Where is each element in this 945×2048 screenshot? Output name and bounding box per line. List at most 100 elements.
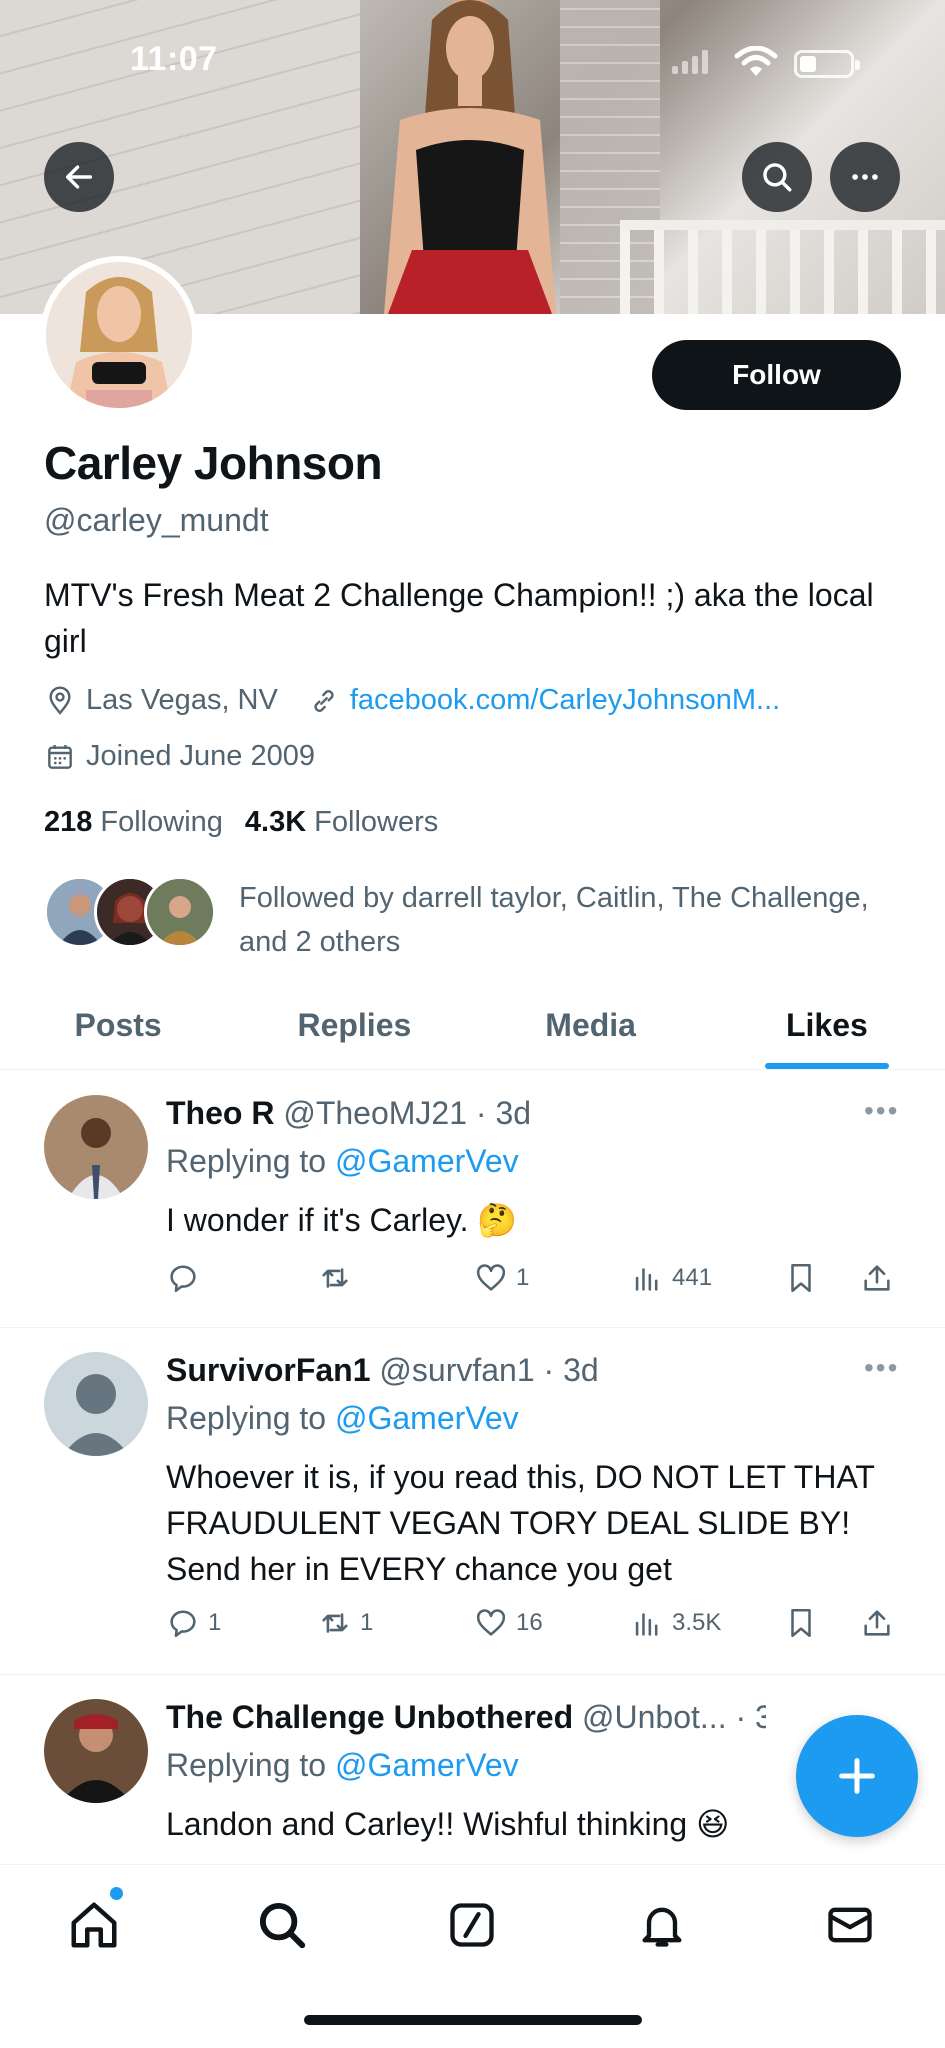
status-bar: 11:07 [0,0,945,110]
repost-button[interactable]: 1 [318,1606,373,1640]
reply-icon [170,1265,196,1293]
like-count: 16 [516,1609,543,1636]
post-avatar[interactable] [44,1095,148,1199]
post-more-button[interactable]: ••• [864,1095,899,1127]
post-avatar[interactable] [44,1352,148,1456]
post-author-name[interactable]: SurvivorFan1 [166,1352,371,1388]
wifi-icon [734,46,778,76]
bell-icon [642,1907,682,1947]
home-icon [71,1902,117,1948]
reply-to-link[interactable]: @GamerVev [335,1400,519,1436]
views-button[interactable]: 3.5K [630,1606,721,1640]
following-count: 218 [44,806,93,838]
tab-media[interactable]: Media [473,982,709,1069]
heart-icon [476,1264,506,1291]
search-button[interactable] [742,142,812,212]
post-text: Landon and Carley!! Wishful thinking 😆 [166,1806,730,1842]
followed-by-text[interactable]: Followed by darrell taylor, Caitlin, The… [239,876,879,964]
profile-bio: MTV's Fresh Meat 2 Challenge Champion!! … [44,577,874,659]
views-icon [635,1268,658,1291]
post-author-meta: @TheoMJ21 · 3d [283,1095,532,1131]
post-avatar[interactable] [44,1699,148,1803]
search-icon [763,163,792,192]
share-button[interactable] [860,1261,894,1295]
grok-icon [450,1903,494,1947]
post-actions: 1 441 [166,1261,906,1301]
share-icon [864,1610,890,1636]
reply-to-link[interactable]: @GamerVev [335,1747,519,1783]
link-icon [308,685,340,717]
views-icon [635,1613,658,1636]
tab-posts[interactable]: Posts [0,982,236,1069]
profile-name: Carley Johnson [44,437,383,489]
profile-location: Las Vegas, NV [86,684,278,716]
post-author-name[interactable]: Theo R [166,1095,274,1131]
following-count-link[interactable]: 218 Following [44,806,223,839]
followers-count-link[interactable]: 4.3K Followers [245,806,438,839]
reply-button[interactable]: 1 [166,1606,221,1640]
reply-prefix: Replying to [166,1143,335,1179]
reply-prefix: Replying to [166,1400,335,1436]
following-label: Following [100,806,223,838]
bookmark-button[interactable] [784,1606,818,1640]
tab-likes[interactable]: Likes [709,982,945,1069]
heart-icon [476,1609,506,1636]
profile-joined-date: Joined June 2009 [86,740,315,772]
nav-search[interactable] [252,1895,312,1955]
repost-icon [322,1613,348,1633]
views-count: 3.5K [672,1609,722,1636]
tab-replies[interactable]: Replies [236,982,472,1069]
post-actions: 1 1 16 3.5K [166,1606,906,1646]
post-item[interactable]: SurvivorFan1 @survfan1 · 3d ••• Replying… [0,1328,945,1675]
nav-grok[interactable] [442,1895,502,1955]
reply-to-link[interactable]: @GamerVev [335,1143,519,1179]
status-time: 11:07 [130,40,218,78]
follow-button[interactable]: Follow [652,340,901,410]
post-reply-context: Replying to @GamerVev [166,1747,519,1784]
profile-counts: 218 Following 4.3K Followers [44,806,438,839]
reply-prefix: Replying to [166,1747,335,1783]
arrow-left-icon [65,165,93,189]
profile-handle: @carley_mundt [44,502,269,538]
reply-button[interactable] [166,1261,208,1295]
post-header: Theo R @TheoMJ21 · 3d [166,1095,866,1132]
bookmark-icon [791,1608,811,1638]
followers-count: 4.3K [244,806,307,838]
battery-icon [794,50,860,78]
profile-website-link[interactable]: facebook.com/CarleyJohnsonM... [350,684,780,717]
avatar-image [46,262,192,408]
more-options-button[interactable] [830,142,900,212]
location-pin-icon [44,685,76,717]
post-item[interactable]: Theo R @TheoMJ21 · 3d ••• Replying to @G… [0,1071,945,1328]
post-text: I wonder if it's Carley. 🤔 [166,1202,518,1238]
back-button[interactable] [44,142,114,212]
reply-icon [170,1610,196,1638]
post-reply-context: Replying to @GamerVev [166,1400,519,1437]
post-more-button[interactable]: ••• [864,1352,899,1384]
bookmark-button[interactable] [784,1261,818,1295]
post-reply-context: Replying to @GamerVev [166,1143,519,1180]
post-header: SurvivorFan1 @survfan1 · 3d [166,1352,866,1389]
home-indicator[interactable] [304,2015,642,2025]
nav-messages[interactable] [820,1895,880,1955]
notification-dot-icon [110,1887,123,1900]
post-author-meta: @Unbot... · 3d [582,1699,766,1735]
profile-avatar[interactable] [40,256,198,414]
share-icon [864,1265,890,1291]
nav-home[interactable] [64,1895,124,1955]
like-button[interactable]: 1 [474,1261,529,1295]
share-button[interactable] [860,1606,894,1640]
search-icon [259,1902,306,1949]
repost-button[interactable] [318,1261,360,1295]
like-button[interactable]: 16 [474,1606,543,1640]
mail-icon [828,1907,872,1943]
views-button[interactable]: 441 [630,1261,712,1295]
followers-label: Followers [314,806,439,838]
post-author-name[interactable]: The Challenge Unbothered [166,1699,573,1735]
reply-count: 1 [208,1609,222,1636]
compose-post-button[interactable] [796,1715,918,1837]
bookmark-icon [791,1263,811,1293]
post-author-meta: @survfan1 · 3d [379,1352,599,1388]
nav-notifications[interactable] [632,1895,692,1955]
followed-by-avatars[interactable] [44,876,216,948]
